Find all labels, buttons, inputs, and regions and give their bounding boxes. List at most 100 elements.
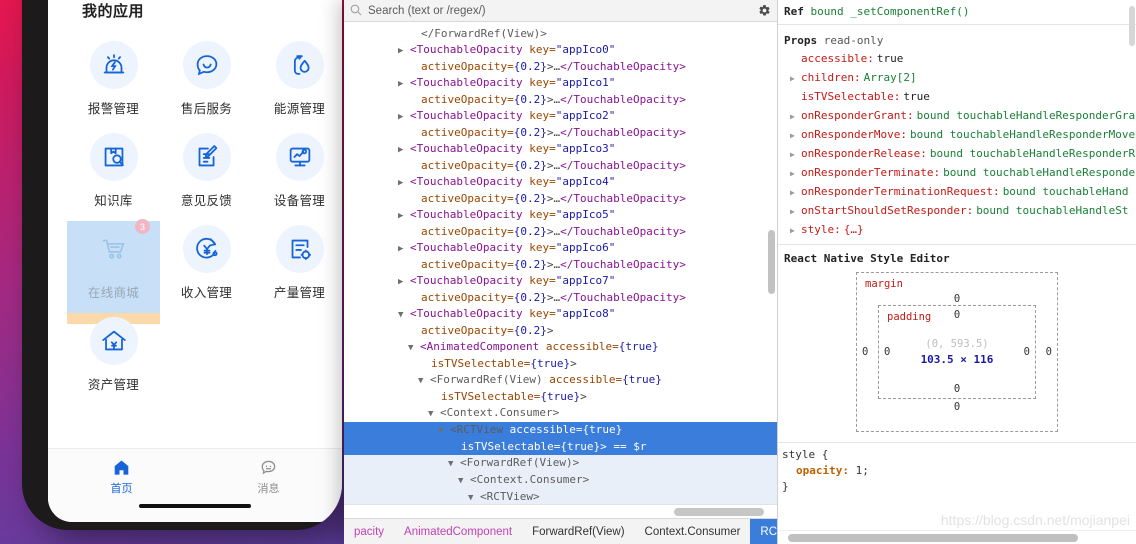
tree-line[interactable]: activeOpacity={0.2}>…</TouchableOpacity> — [344, 125, 777, 141]
app-item-2[interactable]: 能源管理 — [253, 37, 342, 129]
prop-row-style[interactable]: ▶ style: {…} — [784, 221, 1136, 240]
tree-line[interactable]: ▶ <TouchableOpacity key="appIco7" — [344, 273, 777, 290]
tree-line[interactable]: activeOpacity={0.2}>…</TouchableOpacity> — [344, 290, 777, 306]
chevron-right-icon[interactable]: ▶ — [790, 108, 798, 126]
prop-row-accessible[interactable]: ▶accessible:true — [784, 50, 1136, 69]
app-item-1[interactable]: 售后服务 — [160, 37, 253, 129]
tree-line[interactable]: activeOpacity={0.2}>…</TouchableOpacity> — [344, 257, 777, 273]
app-item-7[interactable]: 收入管理 — [160, 221, 253, 313]
chevron-right-icon[interactable]: ▶ — [398, 46, 403, 56]
gear-icon[interactable] — [758, 4, 771, 17]
prop-value[interactable]: bound touchableHand — [1003, 183, 1129, 201]
tree-line[interactable]: activeOpacity={0.2}> — [344, 323, 777, 339]
tree-line[interactable]: ▶ <TouchableOpacity key="appIco6" — [344, 240, 777, 257]
app-item-4[interactable]: 意见反馈 — [160, 129, 253, 221]
margin-bottom-value[interactable]: 0 — [954, 401, 960, 413]
tree-line[interactable]: ▼ <TouchableOpacity key="appIco8" — [344, 306, 777, 323]
inspector-vertical-scrollbar[interactable] — [1129, 6, 1135, 46]
chevron-down-icon[interactable]: ▼ — [468, 493, 473, 503]
tab-item-1[interactable]: 消息 — [195, 449, 342, 504]
tree-horizontal-scrollbar[interactable] — [674, 508, 764, 516]
tree-line[interactable]: ▶ <TouchableOpacity key="appIco3" — [344, 141, 777, 158]
prop-value[interactable]: Array[2] — [864, 69, 917, 87]
tab-item-0[interactable]: 首页 — [48, 449, 195, 504]
app-item-3[interactable]: 知识库 — [67, 129, 160, 221]
style-property-name[interactable]: opacity: — [782, 464, 849, 477]
chevron-right-icon[interactable]: ▶ — [790, 222, 798, 240]
tree-line[interactable]: ▼ <ForwardRef(View)> — [344, 455, 777, 472]
padding-left-value[interactable]: 0 — [884, 346, 890, 358]
tree-line[interactable]: activeOpacity={0.2}>…</TouchableOpacity> — [344, 92, 777, 108]
chevron-down-icon[interactable]: ▼ — [448, 459, 453, 469]
padding-bottom-value[interactable]: 0 — [954, 383, 960, 395]
tree-line[interactable]: ▼ <RCTView accessible={true} — [344, 422, 777, 439]
component-tree[interactable]: </ForwardRef(View)> ▶ <TouchableOpacity k… — [344, 22, 777, 504]
app-item-5[interactable]: 设备管理 — [253, 129, 342, 221]
tree-line[interactable]: isTVSelectable={true}> == $r — [344, 439, 777, 455]
tree-line[interactable]: </ForwardRef(View)> — [344, 26, 777, 42]
tree-line[interactable]: ▶ <TouchableOpacity key="appIco0" — [344, 42, 777, 59]
chevron-right-icon[interactable]: ▶ — [790, 203, 798, 221]
chevron-down-icon[interactable]: ▼ — [398, 310, 403, 320]
chevron-down-icon[interactable]: ▼ — [438, 426, 443, 436]
chevron-right-icon[interactable]: ▶ — [398, 277, 403, 287]
prop-row-onStartShouldSetResponder[interactable]: ▶ onStartShouldSetResponder: bound touchab… — [784, 202, 1136, 221]
style-rule-declaration[interactable]: opacity: 1; — [782, 463, 1136, 479]
search-input[interactable] — [368, 4, 752, 17]
prop-value[interactable]: true — [903, 88, 930, 106]
prop-row-isTVSelectable[interactable]: ▶isTVSelectable:true — [784, 88, 1136, 107]
prop-row-onResponderTerminationRequest[interactable]: ▶ onResponderTerminationRequest: bound tou… — [784, 183, 1136, 202]
app-item-6[interactable]: 3 在线商城 — [67, 219, 160, 324]
chevron-right-icon[interactable]: ▶ — [398, 211, 403, 221]
breadcrumb-item-2[interactable]: ForwardRef(View) — [522, 519, 634, 544]
prop-row-onResponderMove[interactable]: ▶ onResponderMove: bound touchableHandleRe… — [784, 126, 1136, 145]
breadcrumb-item-4[interactable]: RCTView — [750, 519, 777, 544]
app-item-9[interactable]: 资产管理 — [67, 313, 160, 405]
style-rule-block[interactable]: style { opacity: 1; } — [778, 442, 1136, 495]
chevron-right-icon[interactable]: ▶ — [790, 127, 798, 145]
tree-line[interactable]: activeOpacity={0.2}>…</TouchableOpacity> — [344, 59, 777, 75]
tree-line[interactable]: isTVSelectable={true}> — [344, 389, 777, 405]
tree-line[interactable]: ▼ <Context.Consumer> — [344, 472, 777, 489]
margin-top-value[interactable]: 0 — [954, 293, 960, 305]
chevron-down-icon[interactable]: ▼ — [408, 343, 413, 353]
app-item-0[interactable]: 报警管理 — [67, 37, 160, 129]
chevron-right-icon[interactable]: ▶ — [398, 79, 403, 89]
prop-value[interactable]: bound touchableHandleSt — [976, 202, 1128, 220]
prop-value[interactable]: bound touchableHandleResponderMove — [910, 126, 1135, 144]
chevron-right-icon[interactable]: ▶ — [398, 112, 403, 122]
prop-row-onResponderTerminate[interactable]: ▶ onResponderTerminate: bound touchableHan… — [784, 164, 1136, 183]
app-item-8[interactable]: 产量管理 — [253, 221, 342, 313]
tree-line[interactable]: ▶ <TouchableOpacity key="appIco1" — [344, 75, 777, 92]
chevron-right-icon[interactable]: ▶ — [790, 146, 798, 164]
tree-vertical-scrollbar[interactable] — [768, 230, 775, 294]
prop-value[interactable]: {…} — [844, 221, 864, 239]
tree-line[interactable]: ▶ <TouchableOpacity key="appIco5" — [344, 207, 777, 224]
prop-value[interactable]: true — [877, 50, 904, 68]
chevron-down-icon[interactable]: ▼ — [428, 409, 433, 419]
tree-line[interactable]: activeOpacity={0.2}>…</TouchableOpacity> — [344, 158, 777, 174]
tree-line[interactable]: ▼ <RCTView> — [344, 489, 777, 504]
prop-value[interactable]: bound touchableHandleResponde — [943, 164, 1135, 182]
chevron-right-icon[interactable]: ▶ — [790, 165, 798, 183]
tree-line[interactable]: activeOpacity={0.2}>…</TouchableOpacity> — [344, 224, 777, 240]
prop-value[interactable]: bound touchableHandleResponderGra — [917, 107, 1136, 125]
chevron-down-icon[interactable]: ▼ — [418, 376, 423, 386]
prop-row-children[interactable]: ▶ children: Array[2] — [784, 69, 1136, 88]
tree-line[interactable]: ▶ <TouchableOpacity key="appIco2" — [344, 108, 777, 125]
padding-top-value[interactable]: 0 — [954, 309, 960, 321]
tree-line[interactable]: ▼ <Context.Consumer> — [344, 405, 777, 422]
chevron-right-icon[interactable]: ▶ — [790, 70, 798, 88]
margin-right-value[interactable]: 0 — [1046, 346, 1052, 358]
prop-row-onResponderGrant[interactable]: ▶ onResponderGrant: bound touchableHandleR… — [784, 107, 1136, 126]
chevron-right-icon[interactable]: ▶ — [790, 184, 798, 202]
tree-line[interactable]: activeOpacity={0.2}>…</TouchableOpacity> — [344, 191, 777, 207]
chevron-right-icon[interactable]: ▶ — [398, 244, 403, 254]
padding-right-value[interactable]: 0 — [1024, 346, 1030, 358]
style-property-value[interactable]: 1; — [856, 464, 869, 477]
tree-line[interactable]: isTVSelectable={true}> — [344, 356, 777, 372]
inspector-horizontal-scrollbar[interactable] — [788, 534, 1078, 542]
prop-row-onResponderRelease[interactable]: ▶ onResponderRelease: bound touchableHandl… — [784, 145, 1136, 164]
breadcrumb-item-0[interactable]: pacity — [344, 519, 394, 544]
breadcrumb-item-1[interactable]: AnimatedComponent — [394, 519, 522, 544]
